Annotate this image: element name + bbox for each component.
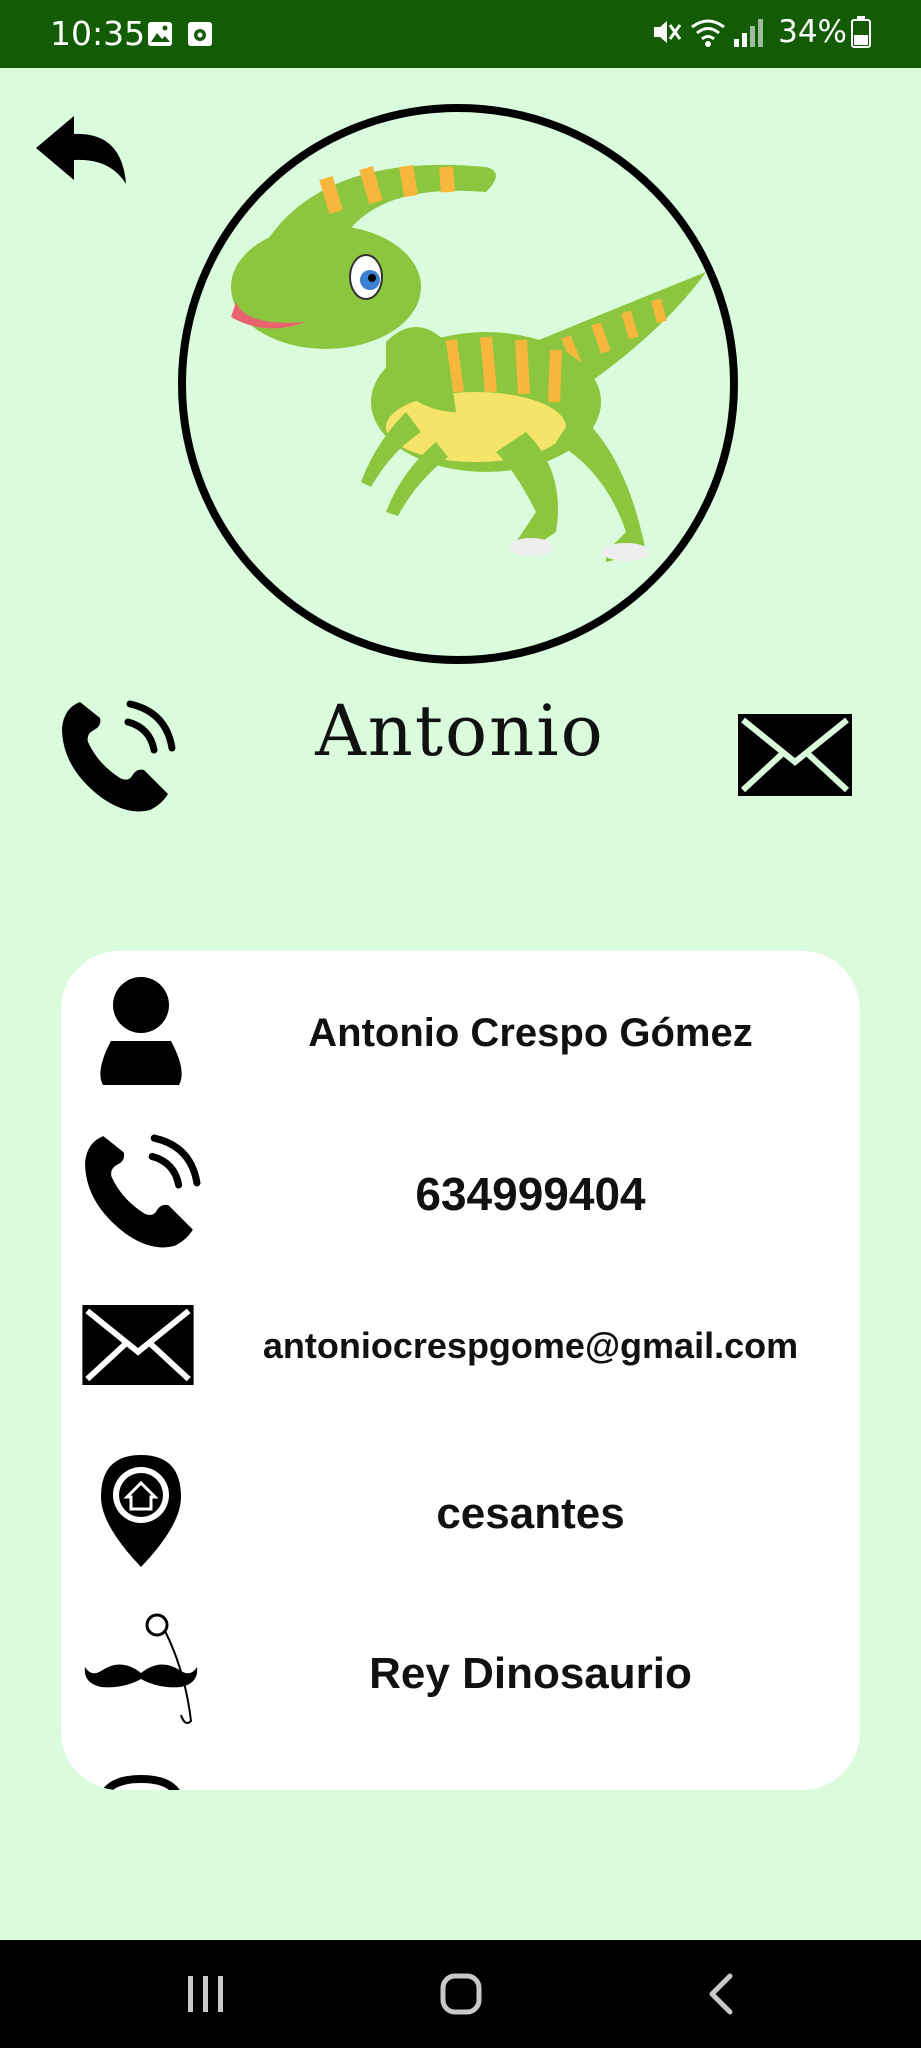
row-email[interactable]: antoniocrespgome@gmail.com (61, 1291, 860, 1431)
wifi-icon (691, 19, 725, 47)
envelope-icon (81, 1305, 201, 1385)
email-text: antoniocrespgome@gmail.com (262, 1325, 799, 1366)
contact-name-title: Antonio (315, 690, 605, 772)
nickname-text: Rey Dinosaurio (369, 1649, 692, 1698)
phone-icon (62, 700, 176, 812)
recents-button[interactable] (186, 1966, 226, 2022)
home-button[interactable] (440, 1966, 482, 2022)
row-full-name: Antonio Crespo Gómez (61, 971, 860, 1111)
recents-icon (188, 1976, 223, 2012)
envelope-icon (738, 714, 852, 796)
back-arrow-icon (36, 116, 126, 184)
status-left-icons (148, 20, 228, 55)
image-icon (148, 22, 172, 46)
back-button[interactable] (34, 114, 130, 188)
record-icon (188, 22, 212, 46)
location-home-icon (91, 1451, 191, 1571)
navigation-bar (0, 1940, 921, 2048)
row-phone[interactable]: 634999404 (61, 1131, 860, 1271)
status-time: 10:35 (50, 14, 146, 53)
status-bar: 10:35 34% (0, 0, 921, 68)
signal-icon (734, 19, 764, 47)
contact-details-card: Antonio Crespo Gómez 634999404 antoniocr… (61, 951, 860, 1790)
phone-number-text: 634999404 (415, 1168, 646, 1220)
battery-percentage: 34% (778, 14, 847, 50)
dinosaur-avatar (178, 104, 738, 664)
battery-icon (851, 16, 871, 48)
mail-button[interactable] (738, 714, 852, 796)
status-right: 34% (652, 14, 871, 50)
home-icon (440, 1973, 482, 2015)
full-name-text: Antonio Crespo Gómez (308, 1011, 753, 1055)
person-icon (81, 971, 201, 1091)
row-address: cesantes (61, 1451, 860, 1591)
partial-icon (91, 1769, 191, 1790)
back-icon (709, 1973, 733, 2015)
row-partial-hidden (61, 1761, 860, 1790)
mute-icon (654, 21, 682, 43)
address-text: cesantes (436, 1489, 625, 1538)
phone-icon (81, 1131, 201, 1251)
call-button[interactable] (58, 698, 176, 814)
mustache-monocle-icon (81, 1611, 201, 1731)
nav-back-button[interactable] (706, 1966, 736, 2022)
row-nickname: Rey Dinosaurio (61, 1611, 860, 1751)
